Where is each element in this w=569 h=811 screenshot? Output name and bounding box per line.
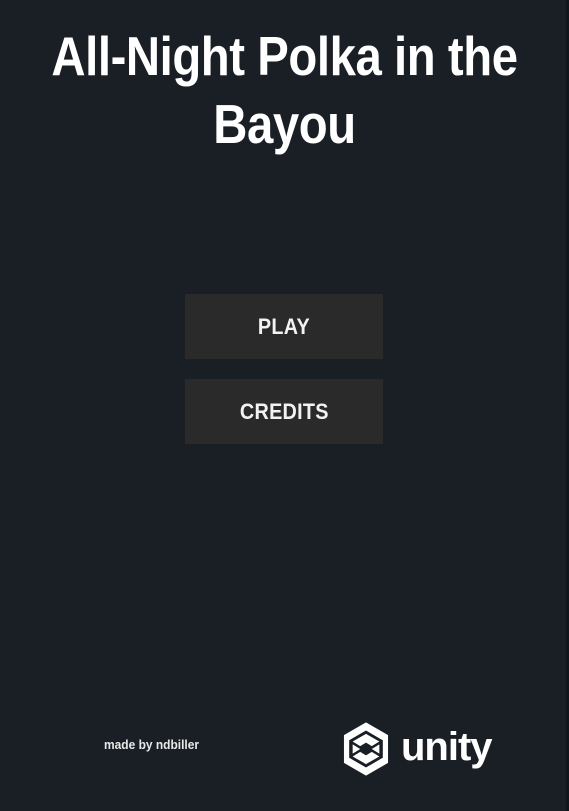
game-title-line-2: Bayou: [213, 93, 356, 155]
credits-button[interactable]: CREDITS: [185, 379, 383, 444]
game-title-line-1: All-Night Polka in the: [51, 25, 518, 87]
play-button-label: PLAY: [257, 313, 311, 339]
credits-button-label: CREDITS: [239, 398, 329, 424]
play-button[interactable]: PLAY: [185, 294, 383, 359]
unity-logo-text: unity: [401, 725, 493, 769]
unity-logo: unity: [337, 718, 497, 780]
game-title: All-Night Polka in the Bayou: [40, 22, 529, 158]
main-menu-screen: All-Night Polka in the Bayou PLAY CREDIT…: [0, 0, 569, 811]
unity-cube-icon: [343, 722, 389, 776]
author-credit: made by ndbiller: [104, 737, 200, 752]
